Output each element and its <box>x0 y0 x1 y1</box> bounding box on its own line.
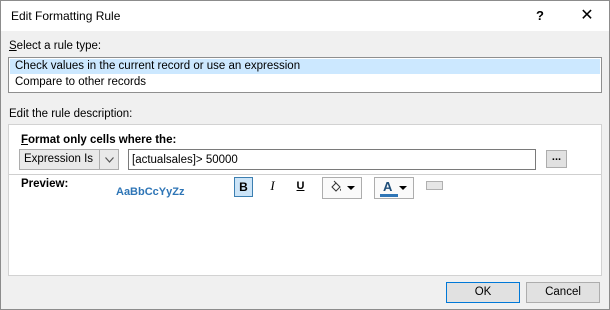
chevron-down-icon <box>399 186 407 190</box>
underline-button[interactable]: U <box>292 177 309 197</box>
bold-button[interactable]: B <box>234 177 253 197</box>
italic-button[interactable]: I <box>264 177 281 197</box>
divider <box>9 174 601 175</box>
fill-color-button[interactable] <box>322 177 362 199</box>
rule-description-label: Edit the rule description: <box>9 108 133 120</box>
paint-bucket-icon <box>328 180 344 199</box>
rule-description-panel: Format only cells where the: Expression … <box>8 124 602 276</box>
condition-type-dropdown[interactable]: Expression Is <box>19 149 119 170</box>
conditional-bar-icon <box>426 181 443 190</box>
rule-type-label-text: elect a rule type: <box>16 40 102 52</box>
help-button[interactable]: ? <box>523 1 557 31</box>
font-color-swatch <box>380 194 398 197</box>
rule-type-list[interactable]: Check values in the current record or us… <box>8 57 602 93</box>
edit-formatting-rule-dialog: Edit Formatting Rule ? ✕ Select a rule t… <box>0 0 610 310</box>
font-color-button[interactable]: A <box>374 177 414 199</box>
format-condition-heading-text: ormat only cells where the: <box>28 134 177 146</box>
format-condition-heading-accelerator: F <box>21 134 29 146</box>
title-bar: Edit Formatting Rule ? ✕ <box>1 1 609 31</box>
chevron-down-icon[interactable] <box>99 150 118 169</box>
close-button[interactable]: ✕ <box>567 1 607 31</box>
font-color-icon: A <box>383 179 393 194</box>
rule-type-label-accelerator: S <box>9 40 17 52</box>
expression-builder-button[interactable]: ... <box>546 150 567 168</box>
rule-type-label: Select a rule type: <box>9 40 101 52</box>
chevron-down-icon <box>347 186 355 190</box>
expression-input[interactable] <box>128 149 536 170</box>
rule-type-item-expression[interactable]: Check values in the current record or us… <box>10 59 600 74</box>
format-condition-heading: Format only cells where the: <box>21 134 176 146</box>
preview-sample-text: AaBbCcYyZz <box>116 186 185 198</box>
dialog-title: Edit Formatting Rule <box>11 9 121 23</box>
preview-label: Preview: <box>21 178 69 190</box>
cancel-button[interactable]: Cancel <box>526 282 600 303</box>
condition-type-value: Expression Is <box>24 153 94 165</box>
rule-type-item-compare[interactable]: Compare to other records <box>10 75 600 90</box>
ok-button[interactable]: OK <box>446 282 520 303</box>
